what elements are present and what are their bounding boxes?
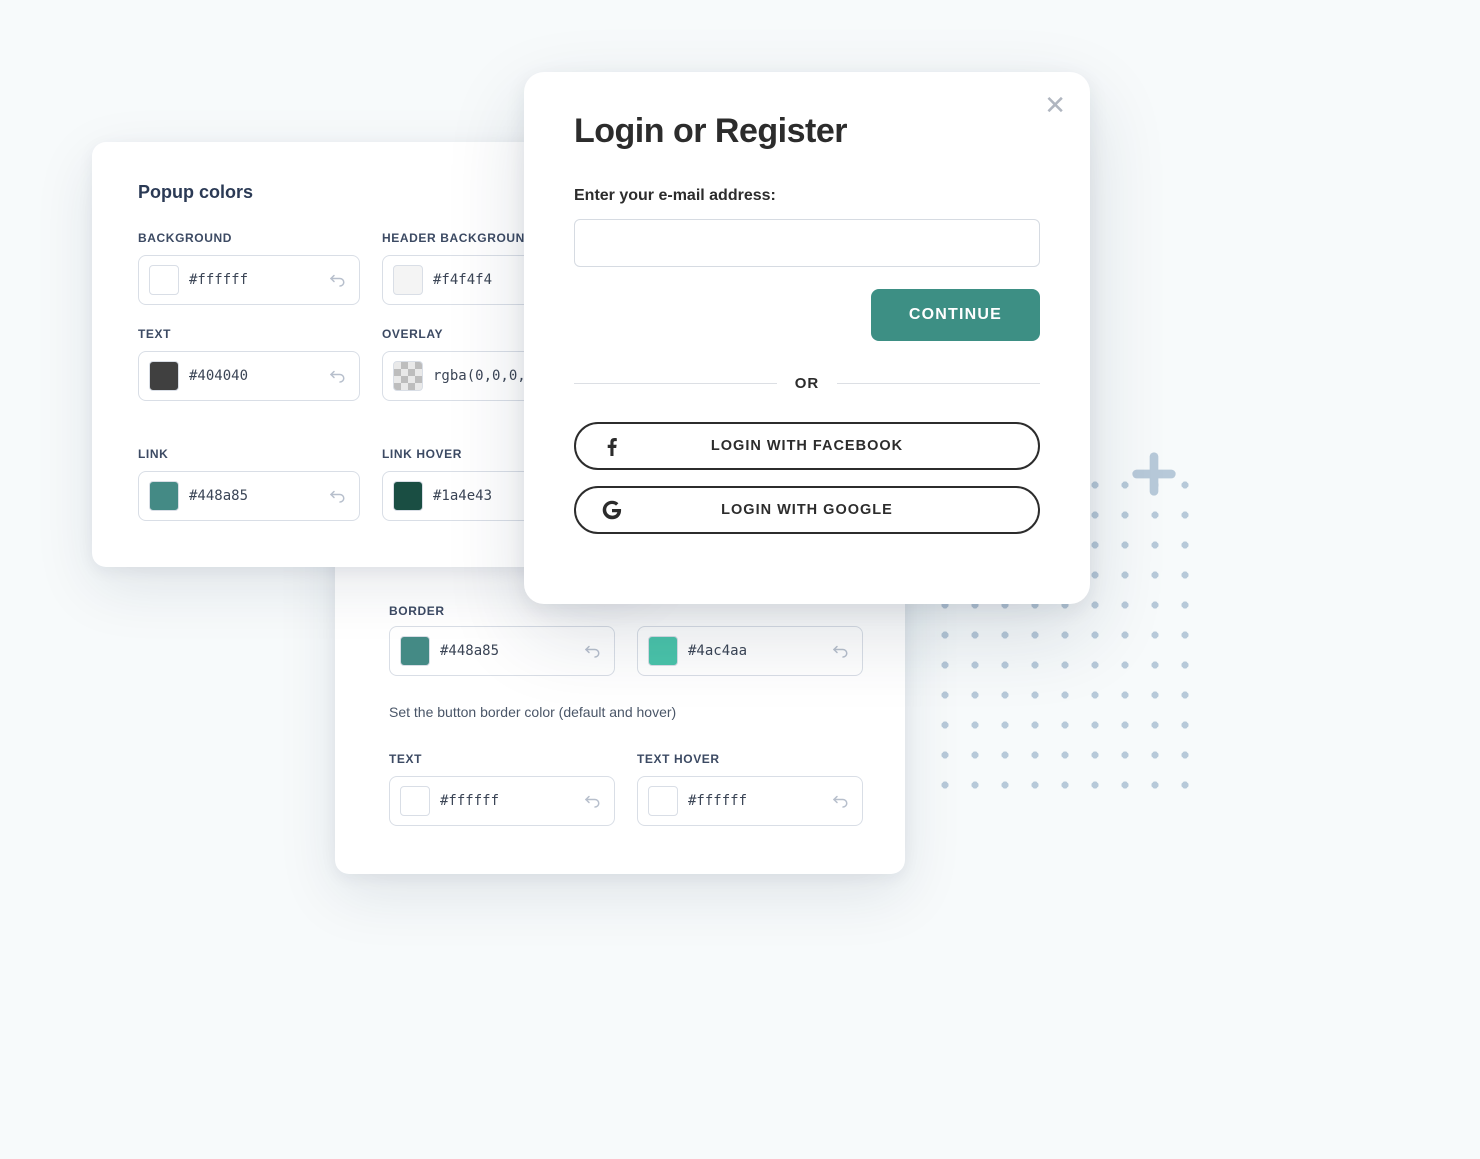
or-label: OR — [795, 375, 820, 392]
color-value: #404040 — [189, 368, 315, 384]
border-hint: Set the button border color (default and… — [389, 698, 863, 720]
color-value: #ffffff — [189, 272, 315, 288]
login-facebook-label: LOGIN WITH FACEBOOK — [711, 438, 903, 454]
color-value: #ffffff — [440, 793, 570, 809]
text-default-color-input[interactable]: #ffffff — [389, 776, 615, 826]
reset-icon[interactable] — [325, 484, 349, 508]
background-color-input[interactable]: #ffffff — [138, 255, 360, 305]
or-divider: OR — [574, 375, 1040, 392]
reset-icon[interactable] — [580, 789, 604, 813]
close-icon[interactable]: ✕ — [1044, 92, 1066, 118]
color-value: #ffffff — [688, 793, 818, 809]
swatch — [648, 636, 678, 666]
swatch — [393, 481, 423, 511]
link-label: LINK — [138, 447, 360, 461]
email-input[interactable] — [574, 219, 1040, 267]
login-google-button[interactable]: LOGIN WITH GOOGLE — [574, 486, 1040, 534]
color-value: #4ac4aa — [688, 643, 818, 659]
swatch — [149, 481, 179, 511]
border-hover-color-input[interactable]: #4ac4aa — [637, 626, 863, 676]
facebook-icon — [600, 434, 624, 458]
reset-icon[interactable] — [580, 639, 604, 663]
continue-button[interactable]: CONTINUE — [871, 289, 1040, 341]
login-title: Login or Register — [574, 112, 1040, 151]
swatch — [393, 361, 423, 391]
text-color-label: TEXT — [138, 327, 360, 341]
login-facebook-button[interactable]: LOGIN WITH FACEBOOK — [574, 422, 1040, 470]
reset-icon[interactable] — [325, 268, 349, 292]
background-label: BACKGROUND — [138, 231, 360, 245]
color-value: #448a85 — [440, 643, 570, 659]
reset-icon[interactable] — [828, 789, 852, 813]
login-google-label: LOGIN WITH GOOGLE — [721, 502, 893, 518]
plus-decoration-icon — [1128, 448, 1180, 500]
link-color-input[interactable]: #448a85 — [138, 471, 360, 521]
border-default-color-input[interactable]: #448a85 — [389, 626, 615, 676]
text-hover-label: TEXT HOVER — [637, 752, 863, 766]
swatch — [149, 361, 179, 391]
swatch — [648, 786, 678, 816]
swatch — [149, 265, 179, 295]
reset-icon[interactable] — [325, 364, 349, 388]
swatch — [393, 265, 423, 295]
swatch — [400, 636, 430, 666]
color-value: #448a85 — [189, 488, 315, 504]
text-color-input[interactable]: #404040 — [138, 351, 360, 401]
border-label: BORDER — [389, 604, 863, 618]
google-icon — [600, 498, 624, 522]
reset-icon[interactable] — [828, 639, 852, 663]
login-subtitle: Enter your e-mail address: — [574, 187, 1040, 205]
text-label: TEXT — [389, 752, 615, 766]
login-modal: ✕ Login or Register Enter your e-mail ad… — [524, 72, 1090, 604]
text-hover-color-input[interactable]: #ffffff — [637, 776, 863, 826]
swatch — [400, 786, 430, 816]
